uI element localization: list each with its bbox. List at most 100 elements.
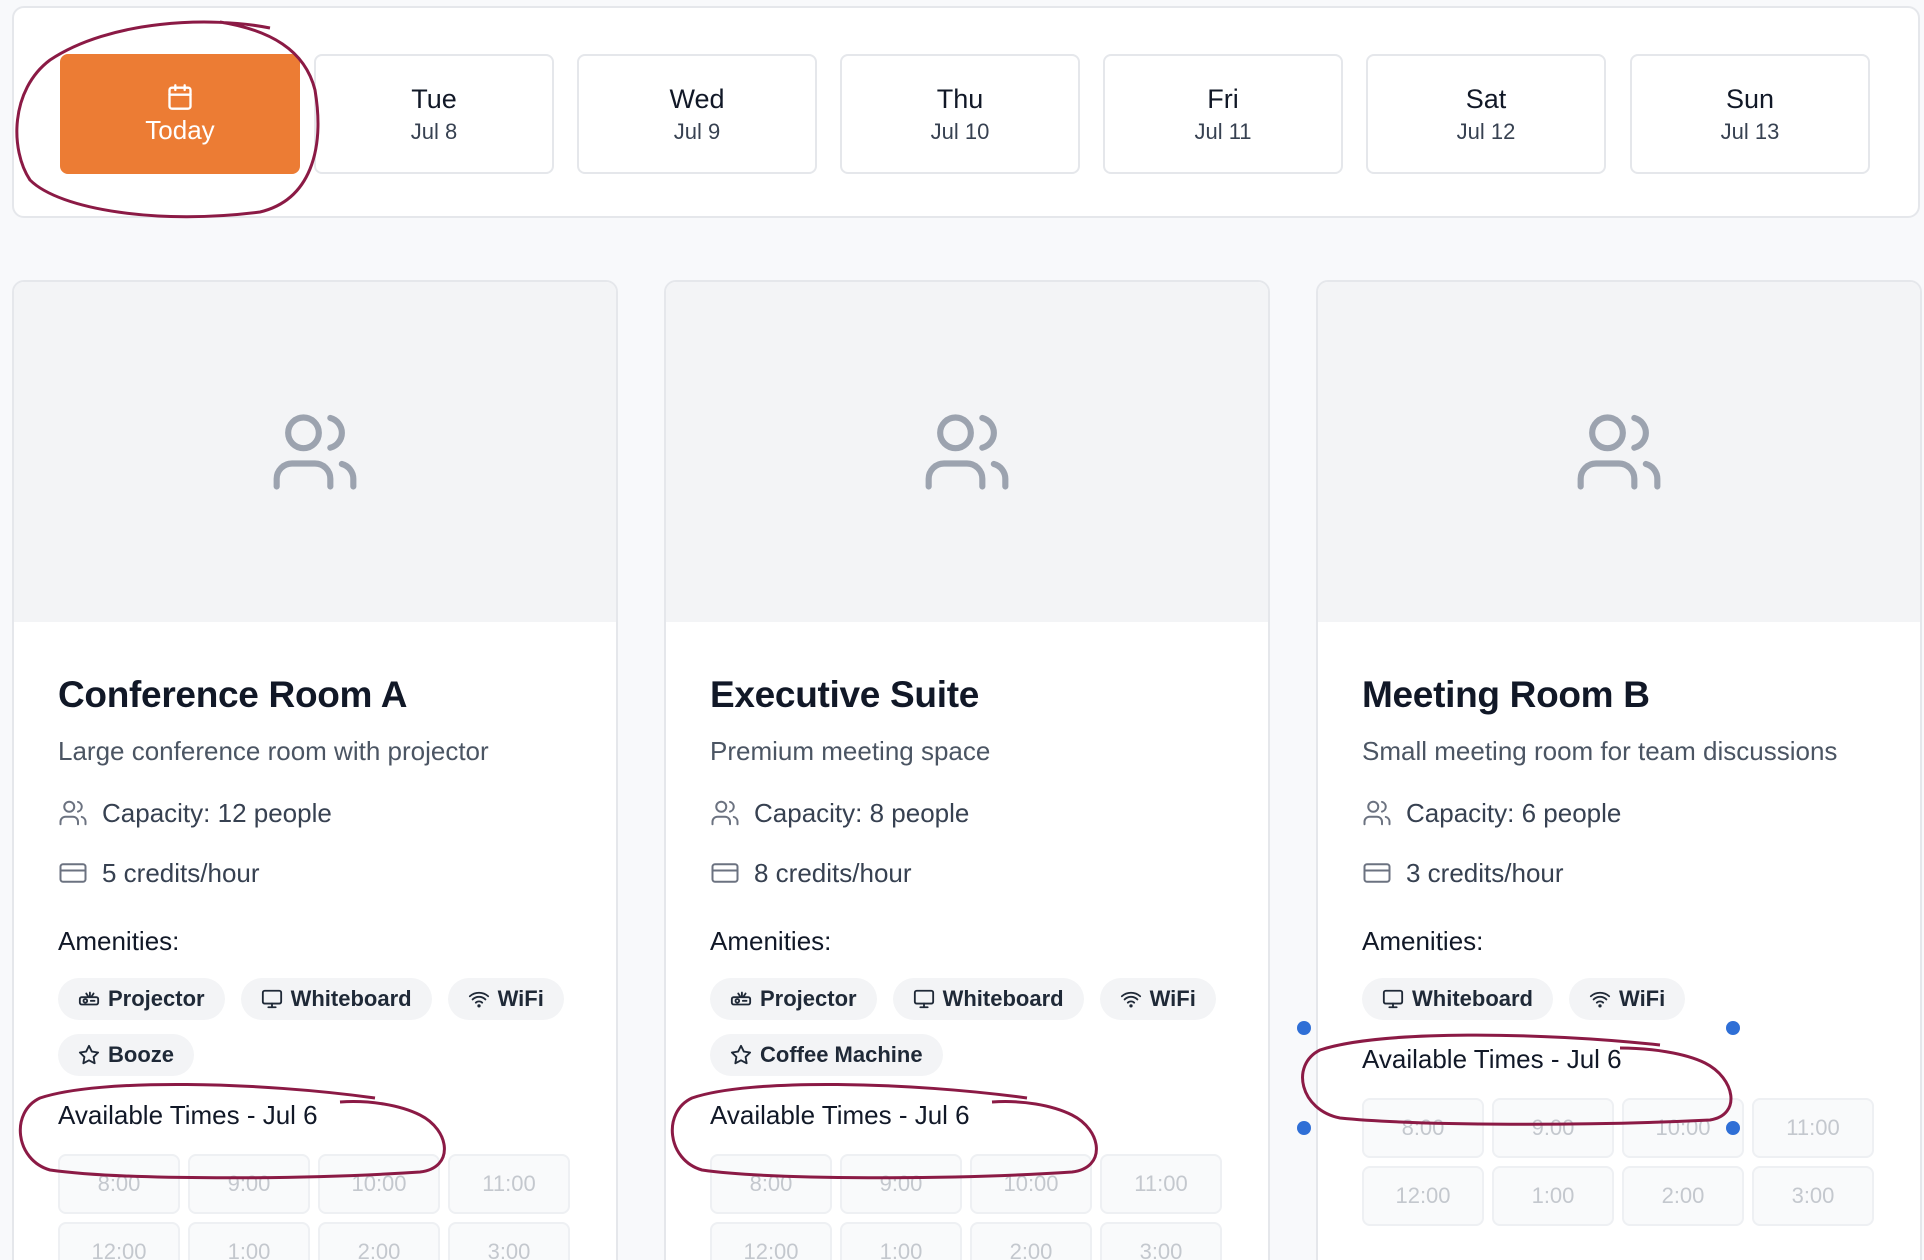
- credits-row: 3 credits/hour: [1362, 856, 1876, 890]
- time-slot[interactable]: 11:00: [448, 1154, 570, 1214]
- monitor-icon: [261, 989, 282, 1009]
- time-slot[interactable]: 12:00: [58, 1222, 180, 1260]
- amenity-chip: Whiteboard: [240, 978, 432, 1020]
- time-slot[interactable]: 8:00: [710, 1154, 832, 1214]
- users-icon: [273, 414, 357, 490]
- day-button-sat[interactable]: Sat Jul 12: [1366, 54, 1606, 174]
- available-times-title: Available Times - Jul 6: [58, 1100, 318, 1130]
- room-image-placeholder: [1318, 282, 1920, 622]
- capacity-text: Capacity: 6 people: [1406, 798, 1622, 828]
- credit-card-icon: [711, 863, 739, 883]
- time-slot[interactable]: 11:00: [1752, 1098, 1874, 1158]
- day-date: Jul 11: [1194, 119, 1252, 144]
- amenity-chip: Whiteboard: [892, 978, 1084, 1020]
- time-slots: 8:00 9:00 10:00 11:00 12:00 1:00 2:00 3:…: [710, 1154, 1224, 1260]
- day-name: Sun: [1725, 84, 1775, 114]
- day-name: Tue: [411, 84, 457, 114]
- day-button-tue[interactable]: Tue Jul 8: [314, 54, 554, 174]
- star-icon: [730, 1044, 752, 1065]
- time-slot[interactable]: 1:00: [840, 1222, 962, 1260]
- amenity-label: Whiteboard: [290, 986, 412, 1011]
- time-slot[interactable]: 1:00: [188, 1222, 310, 1260]
- amenity-label: Coffee Machine: [760, 1042, 923, 1067]
- users-icon: [1577, 414, 1661, 490]
- credits-row: 5 credits/hour: [58, 856, 572, 890]
- day-button-wed[interactable]: Wed Jul 9: [577, 54, 817, 174]
- amenity-label: Projector: [108, 986, 205, 1011]
- amenity-chip: WiFi: [447, 978, 564, 1020]
- credit-card-icon: [59, 863, 87, 883]
- day-label-today: Today: [145, 115, 215, 145]
- amenity-label: WiFi: [1149, 986, 1196, 1011]
- credits-text: 8 credits/hour: [754, 858, 912, 888]
- time-slot[interactable]: 9:00: [1492, 1098, 1614, 1158]
- amenity-chip: WiFi: [1569, 978, 1686, 1020]
- room-card: Meeting Room B Small meeting room for te…: [1316, 280, 1922, 1260]
- time-slot[interactable]: 12:00: [1362, 1166, 1484, 1226]
- day-name: Wed: [669, 84, 725, 114]
- projector-icon: [730, 991, 752, 1006]
- day-name: Thu: [936, 84, 984, 114]
- time-slot[interactable]: 10:00: [318, 1154, 440, 1214]
- day-date: Jul 10: [930, 119, 990, 144]
- wifi-icon: [1120, 991, 1141, 1008]
- day-date: Jul 9: [673, 119, 721, 144]
- projector-icon: [78, 991, 100, 1006]
- date-selector-bar: Today Tue Jul 8 Wed Jul 9 Thu Jul 10 Fri…: [12, 6, 1920, 218]
- amenities-list: Whiteboard WiFi: [1362, 978, 1902, 1020]
- time-slot[interactable]: 9:00: [188, 1154, 310, 1214]
- wifi-icon: [468, 991, 489, 1008]
- room-card: Conference Room A Large conference room …: [12, 280, 618, 1260]
- users-icon: [59, 800, 87, 826]
- amenities-label: Amenities:: [1362, 926, 1484, 956]
- amenity-chip: Coffee Machine: [710, 1034, 943, 1076]
- amenity-label: WiFi: [1619, 986, 1666, 1011]
- amenity-chip: Projector: [710, 978, 877, 1020]
- star-icon: [78, 1044, 100, 1065]
- time-slot[interactable]: 3:00: [1752, 1166, 1874, 1226]
- room-title: Meeting Room B: [1362, 674, 1650, 715]
- selection-handle[interactable]: [1297, 1121, 1311, 1135]
- users-icon: [1363, 800, 1391, 826]
- day-button-fri[interactable]: Fri Jul 11: [1103, 54, 1343, 174]
- users-icon: [925, 414, 1009, 490]
- time-slot[interactable]: 12:00: [710, 1222, 832, 1260]
- room-title: Executive Suite: [710, 674, 980, 715]
- day-date: Jul 13: [1720, 119, 1780, 144]
- day-button-today[interactable]: Today: [60, 54, 300, 174]
- amenities-list: Projector Whiteboard WiFi Booze: [58, 978, 598, 1076]
- time-slot[interactable]: 3:00: [1100, 1222, 1222, 1260]
- amenity-label: WiFi: [497, 986, 544, 1011]
- amenity-chip: WiFi: [1099, 978, 1216, 1020]
- time-slot[interactable]: 11:00: [1100, 1154, 1222, 1214]
- day-date: Jul 8: [410, 119, 458, 144]
- time-slot[interactable]: 2:00: [318, 1222, 440, 1260]
- time-slots: 8:00 9:00 10:00 11:00 12:00 1:00 2:00 3:…: [58, 1154, 572, 1260]
- day-button-thu[interactable]: Thu Jul 10: [840, 54, 1080, 174]
- day-name: Sat: [1465, 84, 1507, 114]
- wifi-icon: [1589, 991, 1611, 1008]
- selection-handle[interactable]: [1726, 1021, 1740, 1035]
- time-slot[interactable]: 2:00: [1622, 1166, 1744, 1226]
- time-slot[interactable]: 8:00: [58, 1154, 180, 1214]
- time-slot[interactable]: 3:00: [448, 1222, 570, 1260]
- amenities-label: Amenities:: [58, 926, 180, 956]
- day-button-sun[interactable]: Sun Jul 13: [1630, 54, 1870, 174]
- room-description: Premium meeting space: [710, 736, 991, 766]
- credits-text: 3 credits/hour: [1406, 858, 1564, 888]
- time-slot[interactable]: 9:00: [840, 1154, 962, 1214]
- day-date: Jul 12: [1456, 119, 1516, 144]
- time-slot[interactable]: 10:00: [970, 1154, 1092, 1214]
- amenity-chip: Booze: [58, 1034, 194, 1076]
- room-description: Small meeting room for team discussions: [1362, 736, 1838, 766]
- time-slot[interactable]: 2:00: [970, 1222, 1092, 1260]
- time-slot[interactable]: 8:00: [1362, 1098, 1484, 1158]
- selection-handle[interactable]: [1297, 1021, 1311, 1035]
- selection-handle[interactable]: [1726, 1121, 1740, 1135]
- capacity-row: Capacity: 12 people: [58, 796, 572, 830]
- monitor-icon: [913, 989, 934, 1009]
- amenity-label: Projector: [760, 986, 857, 1011]
- amenity-label: Booze: [108, 1042, 174, 1067]
- available-times-title: Available Times - Jul 6: [1362, 1044, 1622, 1074]
- time-slot[interactable]: 1:00: [1492, 1166, 1614, 1226]
